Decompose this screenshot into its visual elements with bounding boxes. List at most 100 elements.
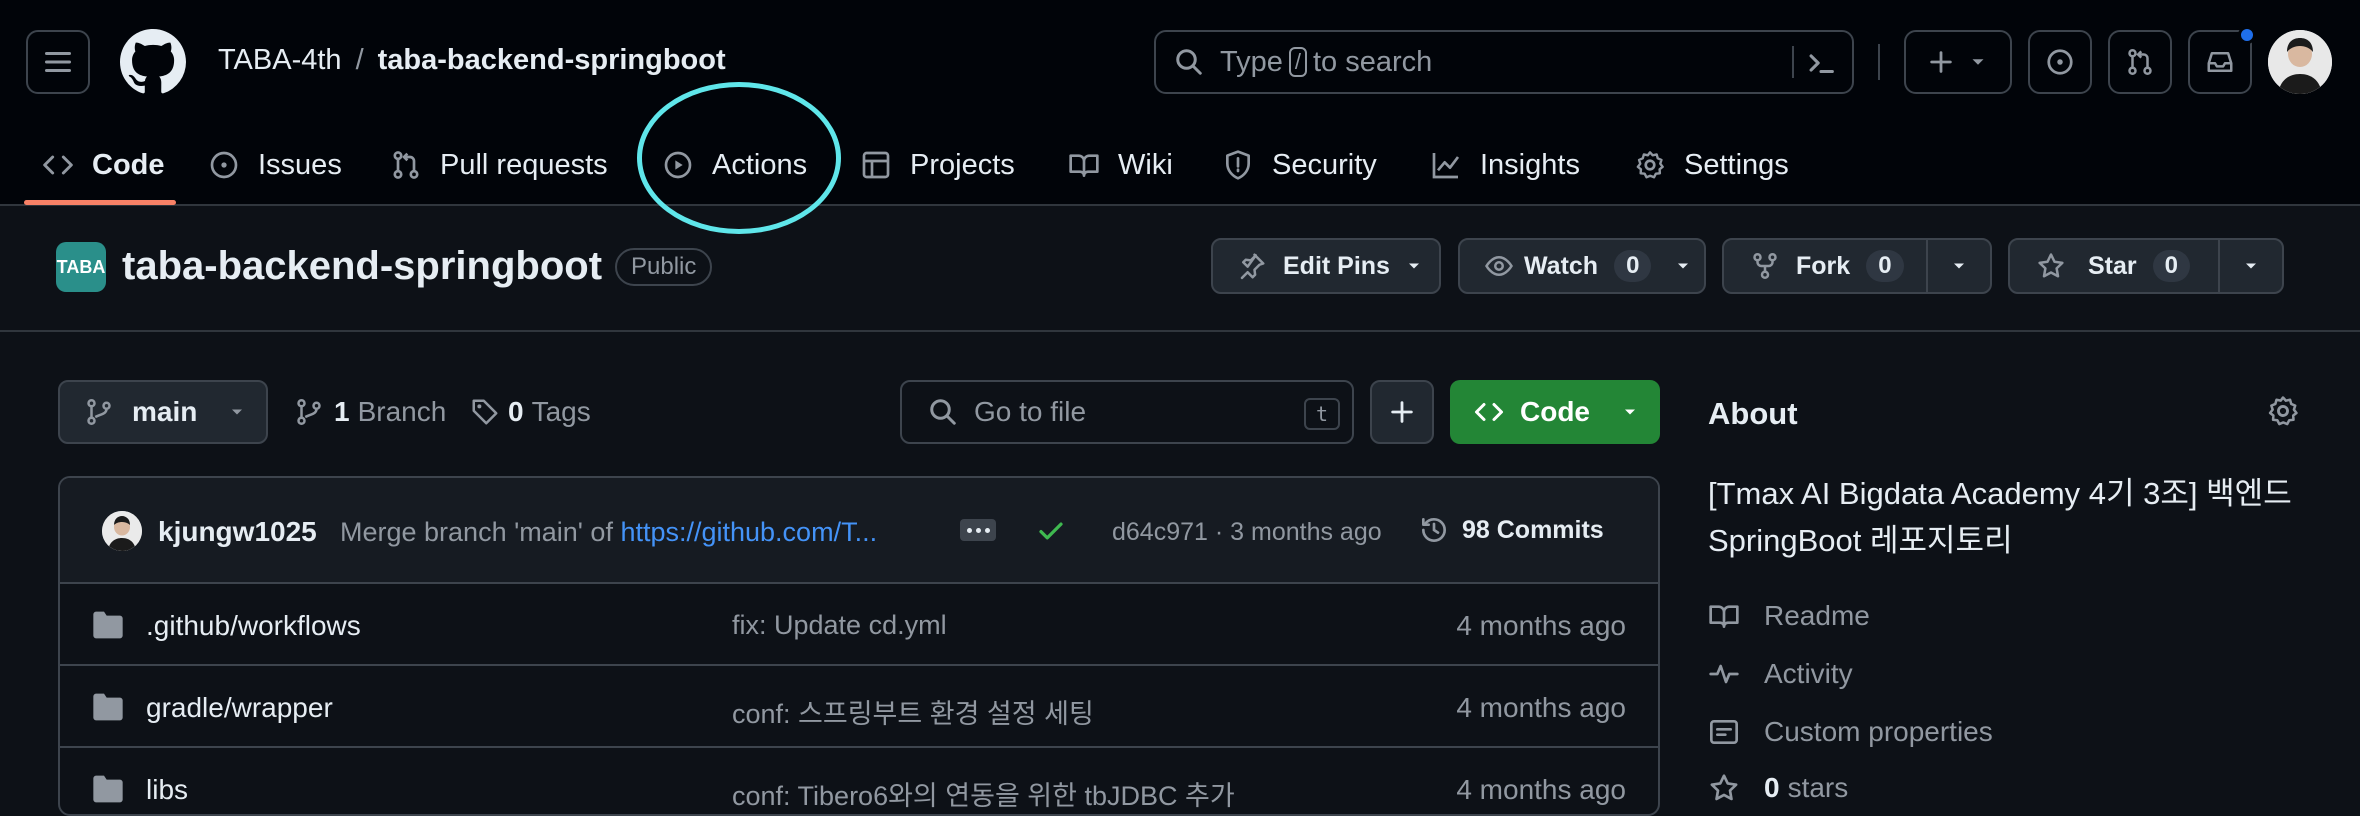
branches-link[interactable]: 1 Branch: [294, 396, 446, 428]
tags-label: Tags: [531, 396, 591, 427]
file-row[interactable]: gradle/wrapper conf: 스프링부트 환경 설정 세팅 4 mo…: [60, 666, 1658, 748]
menu-button[interactable]: [26, 30, 90, 94]
commit-message-link[interactable]: https://github.com/T...: [620, 517, 877, 547]
file-commit-message[interactable]: conf: 스프링부트 환경 설정 세팅: [732, 692, 1094, 731]
tab-pull-requests[interactable]: Pull requests: [390, 124, 608, 206]
chevron-down-icon: [1408, 263, 1419, 269]
chevron-down-icon: [1954, 263, 1964, 269]
fork-label: Fork: [1796, 251, 1851, 280]
commit-message-text: Merge branch 'main' of: [340, 517, 621, 547]
commits-history-link[interactable]: 98 Commits: [1418, 514, 1604, 546]
command-palette-icon[interactable]: [1804, 46, 1838, 80]
repo-name[interactable]: taba-backend-springboot: [122, 244, 602, 289]
fork-dropdown[interactable]: [1926, 240, 1990, 292]
tab-code[interactable]: Code: [42, 124, 165, 206]
create-new-button[interactable]: [1904, 30, 2012, 94]
eye-icon: [1485, 255, 1513, 277]
chevron-down-icon: [1972, 59, 1984, 65]
fork-button[interactable]: Fork 0: [1722, 238, 1992, 294]
commit-expand-button[interactable]: [960, 519, 996, 541]
go-to-file-input[interactable]: Go to file t: [900, 380, 1354, 444]
issue-icon: [210, 151, 238, 179]
history-icon: [1422, 517, 1446, 542]
file-row[interactable]: libs conf: Tibero6와의 연동을 위한 tbJDBC 추가 4 …: [60, 748, 1658, 814]
custom-properties-link[interactable]: Custom properties: [1708, 716, 1993, 748]
activity-label: Activity: [1764, 658, 1853, 689]
gear-icon[interactable]: [2266, 394, 2300, 428]
file-name[interactable]: gradle/wrapper: [146, 692, 333, 724]
file-row[interactable]: .github/workflows fix: Update cd.yml 4 m…: [60, 584, 1658, 666]
add-file-button[interactable]: [1370, 380, 1434, 444]
commit-author[interactable]: kjungw1025: [158, 516, 317, 548]
folder-icon: [93, 693, 123, 721]
pull-requests-button[interactable]: [2108, 30, 2172, 94]
breadcrumb-repo[interactable]: taba-backend-springboot: [378, 44, 726, 76]
code-download-button[interactable]: Code: [1450, 380, 1660, 444]
tab-insights[interactable]: Insights: [1430, 124, 1580, 206]
check-icon[interactable]: [1036, 516, 1066, 546]
search-icon: [930, 399, 956, 425]
pull-request-icon: [393, 151, 419, 179]
search-suffix: to search: [1313, 45, 1433, 78]
edit-pins-label: Edit Pins: [1283, 251, 1390, 280]
tab-projects[interactable]: Projects: [860, 124, 1015, 206]
search-input[interactable]: Type / to search: [1154, 30, 1854, 94]
chevron-down-icon: [232, 409, 243, 415]
branches-label: Branch: [357, 396, 447, 427]
tab-insights-label: Insights: [1480, 148, 1580, 181]
breadcrumb-owner[interactable]: TABA-4th: [218, 44, 342, 76]
active-tab-indicator: [24, 200, 176, 205]
top-bar: TABA-4th / taba-backend-springboot Type / …: [0, 0, 2360, 124]
tab-security[interactable]: Security: [1222, 124, 1377, 206]
code-button-label: Code: [1520, 396, 1590, 427]
go-to-file-placeholder: Go to file: [974, 396, 1087, 427]
fork-count: 0: [1866, 250, 1904, 282]
commit-hash-time[interactable]: d64c971 · 3 months ago: [1112, 518, 1382, 547]
stars-link[interactable]: 0 stars: [1708, 772, 1848, 804]
visibility-badge: Public: [615, 248, 713, 286]
file-updated-time: 4 months ago: [1456, 610, 1626, 641]
tab-issues[interactable]: Issues: [208, 124, 342, 206]
tab-settings[interactable]: Settings: [1634, 124, 1789, 206]
branch-selector[interactable]: main: [58, 380, 268, 444]
search-divider: [1792, 46, 1794, 78]
readme-link[interactable]: Readme: [1708, 600, 1870, 632]
file-name[interactable]: libs: [146, 774, 188, 806]
about-description: [Tmax AI Bigdata Academy 4기 3조] 백엔드 Spri…: [1708, 476, 2292, 558]
about-heading: About: [1708, 396, 1798, 431]
activity-link[interactable]: Activity: [1708, 658, 1853, 690]
user-avatar[interactable]: [2268, 30, 2332, 94]
hamburger-icon: [45, 52, 71, 72]
star-button[interactable]: Star 0: [2008, 238, 2284, 294]
book-icon: [1069, 154, 1099, 177]
star-dropdown[interactable]: [2218, 240, 2282, 292]
issue-icon: [2047, 49, 2073, 75]
note-icon: [1710, 720, 1738, 744]
tags-link[interactable]: 0 Tags: [470, 396, 591, 428]
notification-dot: [2238, 26, 2256, 44]
star-icon: [1710, 774, 1738, 801]
folder-icon: [93, 775, 123, 803]
search-shortcut-key: /: [1288, 47, 1307, 77]
file-commit-message[interactable]: fix: Update cd.yml: [732, 610, 947, 641]
tab-wiki[interactable]: Wiki: [1068, 124, 1173, 206]
plus-icon: [1391, 401, 1413, 423]
issues-button[interactable]: [2028, 30, 2092, 94]
commit-author-avatar[interactable]: [102, 511, 142, 551]
stars-count: 0: [1764, 772, 1780, 803]
file-commit-message[interactable]: conf: Tibero6와의 연동을 위한 tbJDBC 추가: [732, 774, 1235, 813]
edit-pins-button[interactable]: Edit Pins: [1211, 238, 1441, 294]
watch-count: 0: [1614, 250, 1652, 282]
tab-pull-requests-label: Pull requests: [440, 148, 608, 181]
commit-message[interactable]: Merge branch 'main' of https://github.co…: [340, 517, 877, 548]
graph-icon: [1432, 153, 1460, 179]
header-divider: [1878, 44, 1880, 80]
github-logo-icon[interactable]: [120, 29, 186, 95]
table-icon: [862, 151, 890, 179]
folder-icon: [93, 611, 123, 639]
chevron-down-icon: [2246, 263, 2256, 269]
file-name[interactable]: .github/workflows: [146, 610, 361, 642]
branch-icon: [87, 398, 111, 426]
watch-button[interactable]: Watch 0: [1458, 238, 1706, 294]
chevron-down-icon: [1625, 409, 1635, 415]
